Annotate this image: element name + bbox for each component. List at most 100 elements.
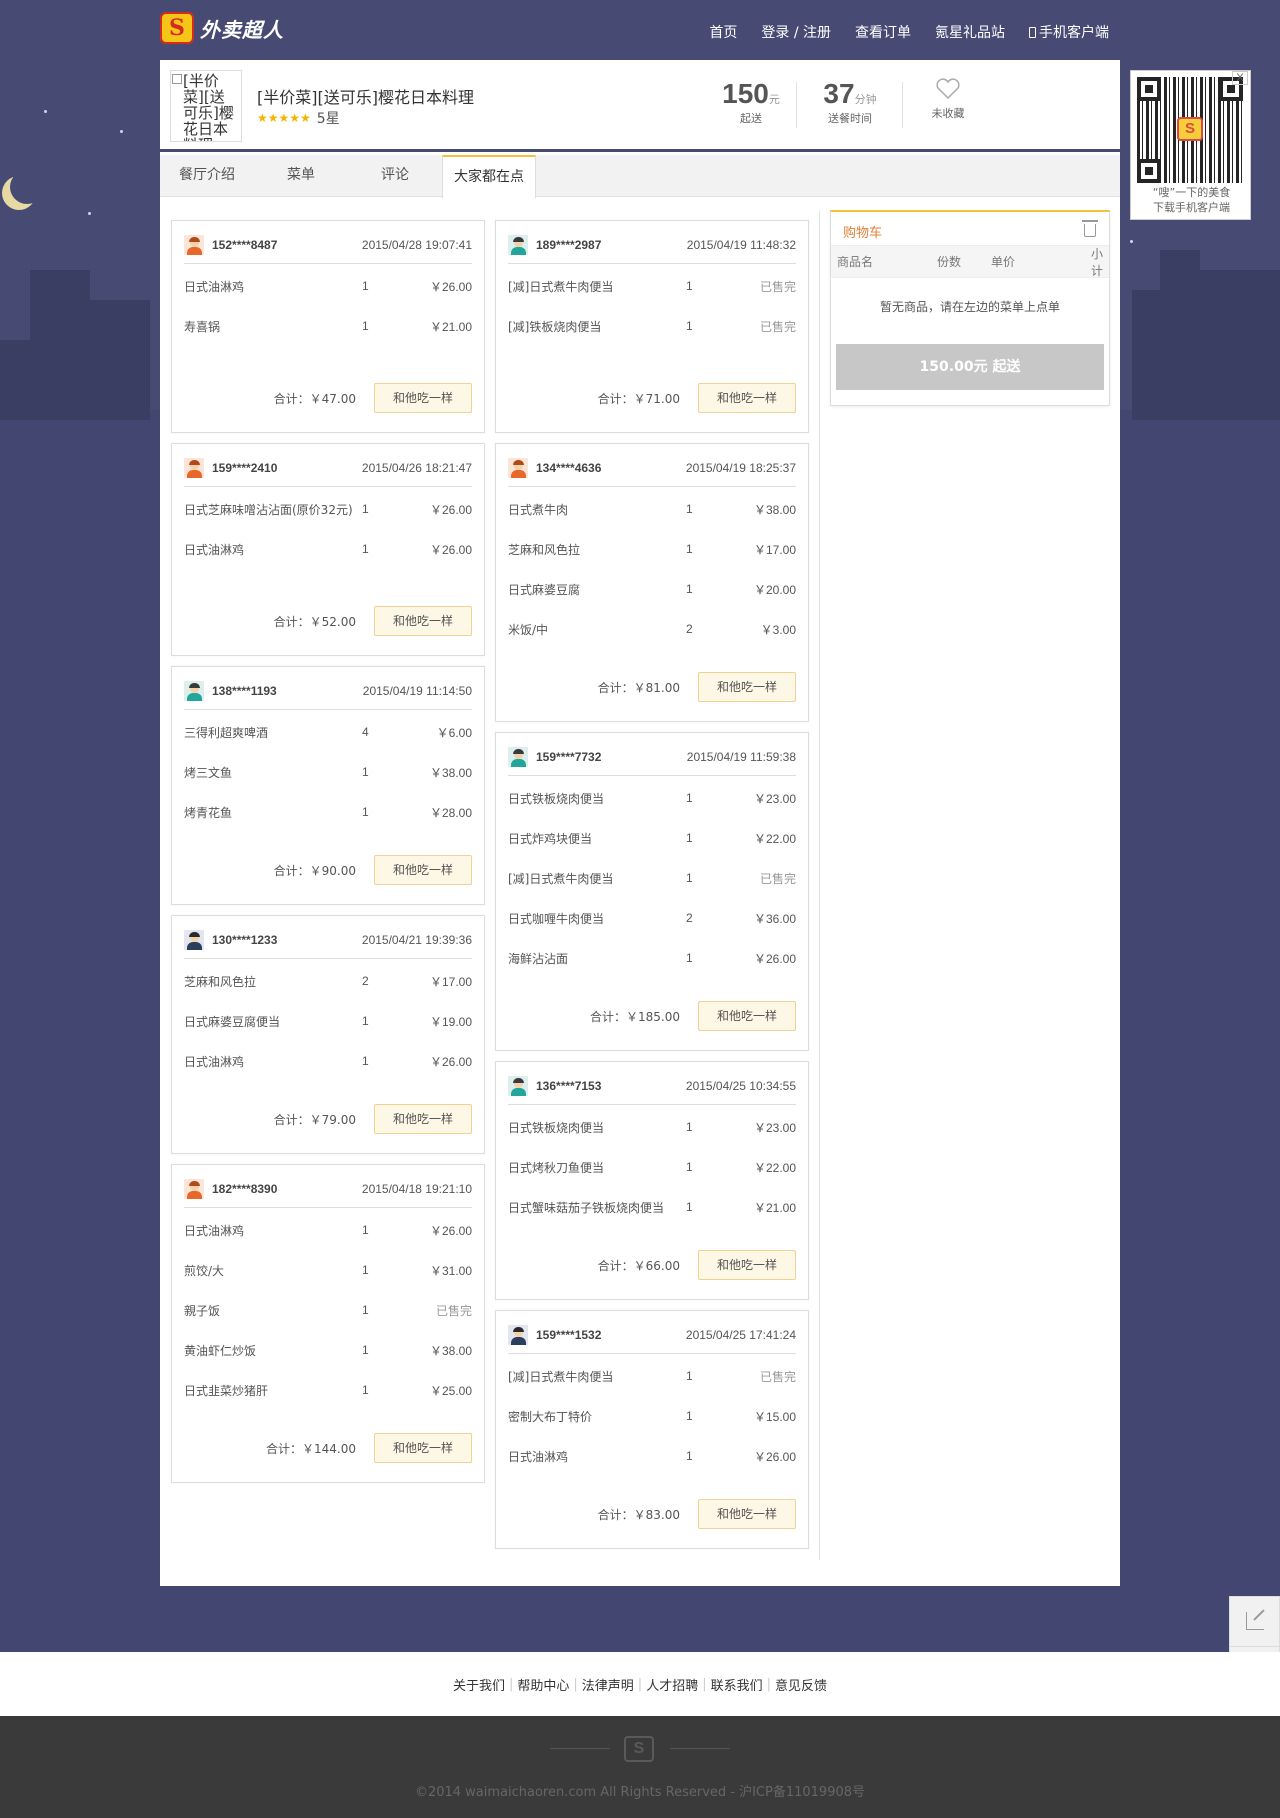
item-name: 三得利超爽啤酒 — [184, 725, 269, 740]
order-same-button[interactable]: 和他吃一样 — [374, 606, 472, 636]
item-price: 已售完 — [759, 319, 796, 334]
order-total: 合计：￥83.00 — [597, 1507, 680, 1522]
tab-intro[interactable]: 餐厅介绍 — [160, 155, 254, 197]
item-qty: 2 — [686, 911, 693, 925]
avatar-hair — [513, 460, 524, 465]
feedback-button[interactable] — [1230, 1597, 1279, 1647]
avatar-body — [187, 1191, 202, 1199]
nav-gift-store[interactable]: 氪星礼品站 — [935, 22, 1005, 42]
avatar-hair — [189, 1181, 200, 1186]
order-items: 日式油淋鸡 1 ￥26.00 煎饺/大 1 ￥31.00 親子饭 1 已售完 黄油虾仁炒饭 1 ￥38… — [184, 1208, 472, 1412]
qr-code-image: S — [1137, 77, 1243, 183]
checkout-button[interactable]: 150.00元 起送 — [836, 344, 1104, 390]
item-price: ￥25.00 — [429, 1383, 472, 1398]
item-qty: 1 — [686, 951, 693, 965]
order-header: 159****1532 2015/04/25 17:41:24 — [508, 1311, 796, 1354]
order-item: 米饭/中 2 ￥3.00 — [508, 609, 796, 649]
order-same-button[interactable]: 和他吃一样 — [374, 855, 472, 885]
order-same-button[interactable]: 和他吃一样 — [698, 383, 796, 413]
order-same-button[interactable]: 和他吃一样 — [698, 1499, 796, 1529]
footer-link[interactable]: 联系我们 — [711, 1675, 763, 1694]
order-item: 黄油虾仁炒饭 1 ￥38.00 — [184, 1330, 472, 1370]
order-card: 136****7153 2015/04/25 10:34:55 日式铁板烧肉便当 1 ￥… — [495, 1061, 809, 1300]
order-item: 日式铁板烧肉便当 1 ￥23.00 — [508, 778, 796, 818]
footer-link[interactable]: 帮助中心 — [517, 1675, 569, 1694]
order-card: 130****1233 2015/04/21 19:39:36 芝麻和风色拉 2 ￥17… — [171, 915, 485, 1154]
order-footer: 合计：￥66.00 和他吃一样 — [508, 1229, 796, 1299]
order-item: 芝麻和风色拉 1 ￥17.00 — [508, 529, 796, 569]
min-order-label: 起送 — [740, 112, 762, 125]
item-qty: 1 — [686, 831, 693, 845]
item-qty: 1 — [686, 791, 693, 805]
restaurant-tabs: 餐厅介绍 菜单 评论 大家都在点 — [160, 155, 1120, 198]
order-total: 合计：￥66.00 — [597, 1258, 680, 1273]
tab-menu[interactable]: 菜单 — [254, 155, 348, 197]
moon-icon — [10, 170, 44, 204]
item-name: [减]铁板烧肉便当 — [508, 319, 602, 334]
order-total: 合计：￥71.00 — [597, 391, 680, 406]
item-price: 已售完 — [759, 1369, 796, 1384]
order-same-button[interactable]: 和他吃一样 — [698, 672, 796, 702]
item-qty: 1 — [686, 1409, 693, 1423]
item-qty: 1 — [362, 765, 369, 779]
item-price: ￥3.00 — [760, 622, 796, 637]
order-phone: 130****1233 — [212, 933, 278, 947]
item-qty: 1 — [362, 805, 369, 819]
order-same-button[interactable]: 和他吃一样 — [698, 1250, 796, 1280]
item-name: 芝麻和风色拉 — [508, 542, 581, 557]
item-qty: 1 — [362, 502, 369, 516]
item-price: 已售完 — [759, 279, 796, 294]
order-item: 日式蟹味菇茄子铁板烧肉便当 1 ￥21.00 — [508, 1187, 796, 1227]
item-name: 烤青花鱼 — [184, 805, 233, 820]
order-footer: 合计：￥144.00 和他吃一样 — [184, 1412, 472, 1482]
tab-popular[interactable]: 大家都在点 — [442, 155, 536, 198]
star-icon — [88, 212, 91, 215]
order-item: 日式韭菜炒猪肝 1 ￥25.00 — [184, 1370, 472, 1410]
min-order-unit: 元 — [768, 93, 780, 106]
nav-mobile-client[interactable]: 手机客户端 — [1029, 22, 1109, 42]
link-separator: | — [508, 1676, 514, 1692]
qr-caption-line2: 下载手机客户端 — [1153, 201, 1230, 214]
order-same-button[interactable]: 和他吃一样 — [374, 1433, 472, 1463]
nav-home[interactable]: 首页 — [709, 22, 737, 42]
nav-login[interactable]: 登录 / 注册 — [761, 22, 831, 42]
order-items: 日式铁板烧肉便当 1 ￥23.00 日式烤秋刀鱼便当 1 ￥22.00 日式蟹味菇茄子铁板烧… — [508, 1105, 796, 1229]
close-icon[interactable]: X — [1232, 71, 1248, 85]
footer-link[interactable]: 意见反馈 — [775, 1675, 827, 1694]
item-price: ￥26.00 — [429, 542, 472, 557]
item-name: 日式油淋鸡 — [184, 279, 245, 294]
trash-icon[interactable] — [1082, 220, 1098, 237]
star-icon — [120, 130, 123, 133]
item-price: ￥21.00 — [429, 319, 472, 334]
item-price: 已售完 — [759, 871, 796, 886]
delivery-time-value: 37 — [823, 78, 855, 109]
avatar-body — [511, 1337, 526, 1345]
rating-text: 5星 — [316, 111, 340, 127]
footer-link[interactable]: 关于我们 — [453, 1675, 505, 1694]
cart-title: 购物车 — [843, 226, 883, 241]
site-logo[interactable]: S 外卖超人 — [160, 12, 284, 44]
order-card: 182****8390 2015/04/18 19:21:10 日式油淋鸡 1 ￥26.… — [171, 1164, 485, 1483]
footer-link[interactable]: 人才招聘 — [646, 1675, 698, 1694]
item-price: ￥38.00 — [429, 1343, 472, 1358]
order-item: 密制大布丁特价 1 ￥15.00 — [508, 1396, 796, 1436]
favorite-button[interactable]: 未收藏 — [920, 74, 976, 121]
delivery-time-unit: 分钟 — [854, 93, 877, 106]
footer-link[interactable]: 法律声明 — [582, 1675, 634, 1694]
order-same-button[interactable]: 和他吃一样 — [374, 1104, 472, 1134]
shopping-cart: 购物车 商品名 份数 单价 小计 暂无商品，请在左边的菜单上点单 150.00元… — [830, 210, 1110, 406]
building — [90, 300, 150, 420]
order-same-button[interactable]: 和他吃一样 — [698, 1001, 796, 1031]
divider — [902, 82, 903, 128]
tab-reviews[interactable]: 评论 — [348, 155, 442, 197]
avatar-body — [511, 247, 526, 255]
item-qty: 1 — [362, 279, 369, 293]
order-footer: 合计：￥81.00 和他吃一样 — [508, 651, 796, 721]
cart-col-subtotal: 小计 — [1090, 246, 1103, 278]
order-item: 煎饺/大 1 ￥31.00 — [184, 1250, 472, 1290]
item-price: ￥31.00 — [429, 1263, 472, 1278]
item-qty: 2 — [686, 622, 693, 636]
order-same-button[interactable]: 和他吃一样 — [374, 383, 472, 413]
avatar-body — [187, 470, 202, 478]
nav-orders[interactable]: 查看订单 — [855, 22, 911, 42]
